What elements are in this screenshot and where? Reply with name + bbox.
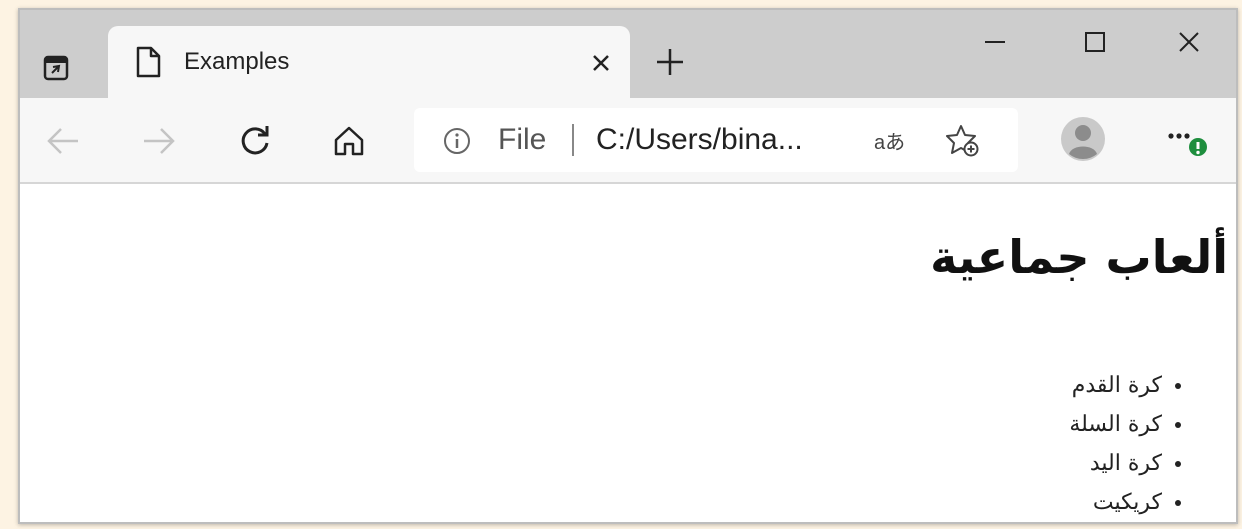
navigation-toolbar: File C:/Users/bina... aあ	[20, 98, 1236, 184]
home-icon	[334, 126, 364, 156]
tab-actions-icon	[43, 55, 69, 81]
forward-arrow-icon	[144, 128, 175, 154]
plus-icon	[657, 49, 683, 75]
maximize-button[interactable]	[1068, 20, 1122, 64]
home-button[interactable]	[326, 118, 372, 164]
url-scheme-label: File	[498, 123, 547, 156]
list-item: كرة السلة	[1069, 405, 1162, 444]
list-item: كرة القدم	[1069, 366, 1162, 405]
tab-title: Examples	[184, 48, 290, 75]
list-item: كرة اليد	[1069, 444, 1162, 483]
back-button[interactable]	[40, 118, 86, 164]
close-icon	[593, 55, 609, 71]
page-heading: ألعاب جماعية	[930, 230, 1228, 284]
refresh-icon	[241, 126, 269, 155]
list-item: كريكيت	[1069, 483, 1162, 522]
tab-bar: Examples	[20, 10, 1236, 98]
close-window-button[interactable]	[1162, 20, 1216, 64]
new-tab-button[interactable]	[650, 42, 690, 82]
back-arrow-icon	[47, 128, 78, 154]
tab-actions-button[interactable]	[34, 46, 78, 90]
page-content: ألعاب جماعية كرة القدم كرة السلة كرة الي…	[20, 184, 1236, 522]
minimize-button[interactable]	[968, 20, 1022, 64]
info-icon[interactable]	[442, 126, 472, 156]
minimize-icon	[985, 41, 1005, 43]
active-tab[interactable]: Examples	[108, 26, 630, 98]
read-aloud-button[interactable]: aあ	[874, 126, 905, 155]
favorites-add-icon[interactable]	[944, 122, 980, 158]
close-window-icon	[1179, 32, 1199, 52]
address-bar[interactable]: File C:/Users/bina... aあ	[414, 108, 1018, 172]
browser-window: Examples File C:/Users/bina... aあ ألعاب …	[18, 8, 1238, 524]
more-options-icon[interactable]	[1162, 118, 1212, 164]
games-list: كرة القدم كرة السلة كرة اليد كريكيت	[1069, 366, 1192, 522]
close-tab-button[interactable]	[584, 46, 618, 80]
page-icon	[136, 46, 161, 78]
forward-button[interactable]	[136, 118, 182, 164]
address-divider	[572, 124, 574, 156]
refresh-button[interactable]	[232, 118, 278, 164]
profile-avatar-icon[interactable]	[1060, 116, 1106, 162]
maximize-icon	[1085, 32, 1105, 52]
url-text[interactable]: C:/Users/bina...	[596, 123, 803, 157]
